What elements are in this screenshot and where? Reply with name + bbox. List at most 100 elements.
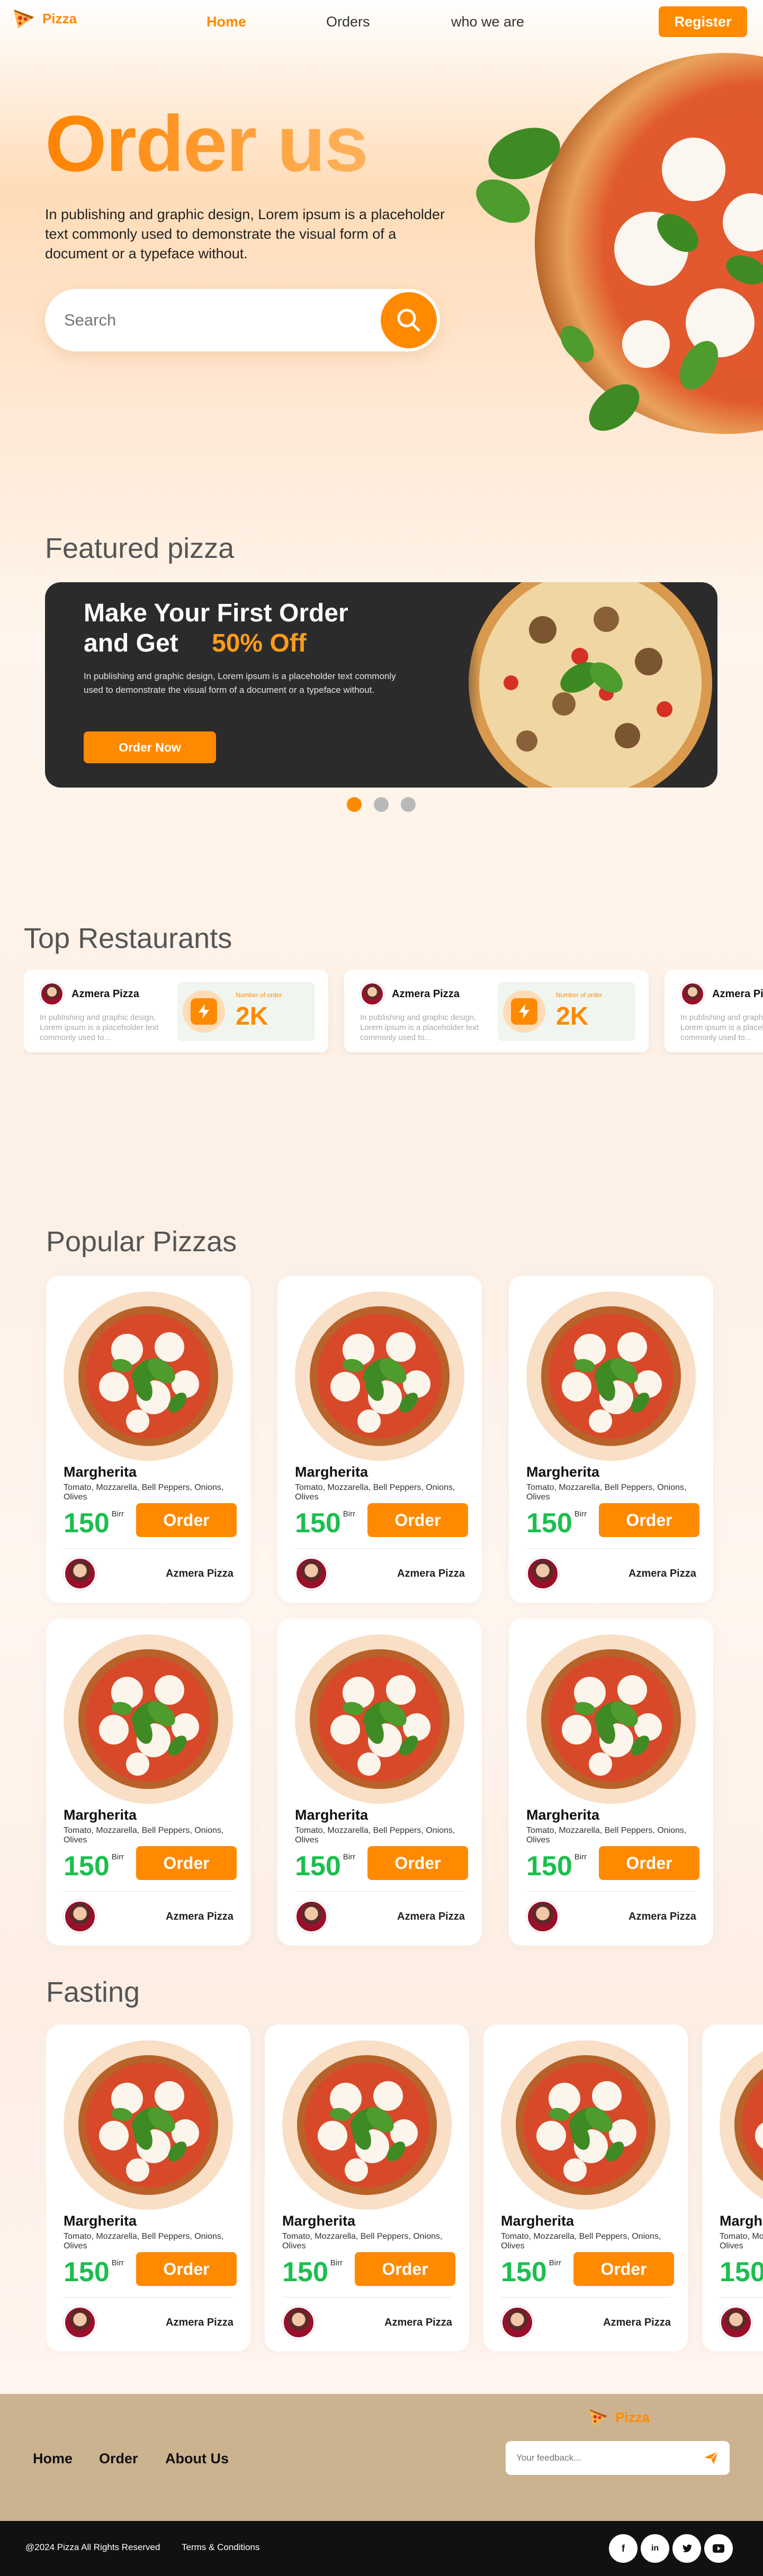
footer-link-about-us[interactable]: About Us [165, 2451, 229, 2467]
price-value: 150 [64, 1851, 110, 1882]
search-button[interactable] [381, 292, 437, 348]
price-value: 150 [64, 1508, 110, 1539]
fasting-section-title: Fasting [46, 1976, 140, 2008]
facebook-icon[interactable]: f [609, 2534, 638, 2563]
pizza-card: Margherita Tomato, Mozzarella, Bell Peppe… [277, 1276, 482, 1603]
restaurant-card[interactable]: Azmera Pizza In publishing and graphic de… [344, 970, 649, 1052]
order-button[interactable]: Order [136, 1503, 237, 1537]
terms-link[interactable]: Terms & Conditions [182, 2542, 259, 2553]
footer-link-home[interactable]: Home [33, 2451, 73, 2467]
pizza-name: Margherita [295, 1464, 369, 1480]
avatar [501, 2306, 534, 2339]
card-divider [64, 1548, 233, 1549]
search-input[interactable] [64, 311, 381, 330]
card-divider [295, 1891, 464, 1892]
order-button[interactable]: Order [136, 1846, 237, 1880]
price-currency: Birr [574, 1852, 587, 1861]
card-divider [526, 1548, 696, 1549]
pizza-price: 150Birr [501, 2256, 561, 2288]
order-count-box: Number of order 2K [498, 982, 635, 1041]
restaurant-name: Azmera Pizza [166, 1911, 234, 1922]
footer-logo[interactable]: Pizza [587, 2406, 650, 2429]
linkedin-icon[interactable]: in [641, 2534, 669, 2563]
carousel-dot-3[interactable] [401, 797, 416, 812]
restaurant-name: Azmera Pizza [71, 988, 139, 1000]
order-button[interactable]: Order [599, 1503, 699, 1537]
pizza-price: 150Birr [64, 2256, 124, 2288]
search-icon [397, 309, 420, 332]
nav-who-we-are[interactable]: who we are [451, 14, 524, 30]
avatar [526, 1557, 559, 1590]
pizza-name: Margherita [501, 2213, 575, 2229]
order-button[interactable]: Order [355, 2252, 455, 2286]
restaurant-name: Azmera Pizza [712, 988, 763, 1000]
pizza-card: Margherita Tomato, Mozzarella, Bell Peppe… [509, 1276, 713, 1603]
price-value: 150 [295, 1851, 341, 1882]
pizza-ingredients: Tomato, Mozzarella, Bell Peppers, Onions… [282, 2232, 443, 2250]
pizza-price: 150Birr [282, 2256, 343, 2288]
price-value: 150 [282, 2257, 328, 2288]
pizza-price: 150Birr [295, 1850, 355, 1882]
price-currency: Birr [574, 1510, 587, 1519]
price-value: 150 [720, 2257, 763, 2288]
restaurant-avatar [680, 982, 705, 1006]
hero-title: Order us [45, 98, 369, 189]
pizza-price: 150Birr [526, 1850, 587, 1882]
price-currency: Birr [343, 1852, 356, 1861]
order-count-value: 2K [556, 1002, 589, 1031]
footer-link-order[interactable]: Order [99, 2451, 138, 2467]
pizza-card: Margherita Tomato, Mozzarella, Bell Peppe… [46, 1619, 250, 1946]
order-button[interactable]: Order [573, 2252, 674, 2286]
pizza-image [282, 2040, 452, 2210]
order-count-icon [183, 990, 225, 1033]
avatar [64, 1557, 96, 1590]
pizza-ingredients: Tomato, Mozzarella, Bell Peppers, Onions… [64, 2232, 224, 2250]
pizza-card: Margherita Tomato, Mozzarella, Bell Peppe… [483, 2024, 688, 2352]
order-now-button[interactable]: Order Now [84, 731, 216, 763]
nav-home[interactable]: Home [207, 14, 246, 30]
restaurant-name: Azmera Pizza [166, 2317, 234, 2328]
order-button[interactable]: Order [367, 1503, 468, 1537]
order-button[interactable]: Order [367, 1846, 468, 1880]
order-count-value: 2K [236, 1002, 268, 1031]
copyright-text: @2024 Pizza All Rights Reserved [25, 2542, 160, 2552]
restaurant-name: Azmera Pizza [397, 1911, 465, 1922]
avatar [64, 2306, 96, 2339]
order-count-label: Number of order [556, 991, 603, 999]
restaurant-name: Azmera Pizza [392, 988, 460, 1000]
order-count-box: Number of order 2K [177, 982, 315, 1041]
order-count-label: Number of order [236, 991, 282, 999]
header-logo[interactable]: Pizza [11, 5, 77, 32]
youtube-icon[interactable] [704, 2534, 733, 2563]
pizza-ingredients: Tomato, Mozzarella, Bell Peppers, Onions… [526, 1826, 687, 1845]
pizza-name: Margherita [720, 2213, 763, 2229]
restaurant-card[interactable]: Azmera Pizza In publishing and graphic de… [665, 970, 763, 1052]
register-button[interactable]: Register [659, 6, 747, 37]
restaurant-name: Azmera Pizza [603, 2317, 671, 2328]
restaurant-description: In publishing and graphic design, Lorem … [360, 1013, 479, 1042]
pizza-image [64, 2040, 233, 2210]
restaurant-description: In publishing and graphic design, Lorem … [680, 1013, 763, 1042]
carousel-dot-1[interactable] [347, 797, 362, 812]
avatar [295, 1557, 328, 1590]
restaurant-card[interactable]: Azmera Pizza In publishing and graphic de… [24, 970, 328, 1052]
pizza-slice-icon [11, 5, 37, 32]
pizza-name: Margherita [526, 1807, 600, 1823]
carousel-dot-2[interactable] [374, 797, 389, 812]
nav-orders[interactable]: Orders [326, 14, 370, 30]
restaurant-description: In publishing and graphic design, Lorem … [40, 1013, 159, 1042]
send-icon[interactable] [703, 2450, 719, 2466]
pizza-card: Margherita Tomato, Mozzarella, Bell Peppe… [265, 2024, 469, 2352]
pizza-image [295, 1634, 464, 1804]
twitter-icon[interactable] [672, 2534, 701, 2563]
feedback-input[interactable] [516, 2453, 703, 2463]
price-currency: Birr [549, 2258, 562, 2267]
featured-headline-prefix: and Get [84, 629, 178, 657]
popular-pizza-grid: Margherita Tomato, Mozzarella, Bell Peppe… [46, 1276, 716, 1948]
order-button[interactable]: Order [599, 1846, 699, 1880]
pizza-ingredients: Tomato, Mozzarella, Bell Peppers, Onions… [526, 1483, 687, 1502]
logo-text: Pizza [42, 10, 77, 26]
order-button[interactable]: Order [136, 2252, 237, 2286]
pizza-image [720, 2040, 763, 2210]
pizza-ingredients: Tomato, Mozzarella, Bell Peppers, Onions… [295, 1483, 455, 1502]
